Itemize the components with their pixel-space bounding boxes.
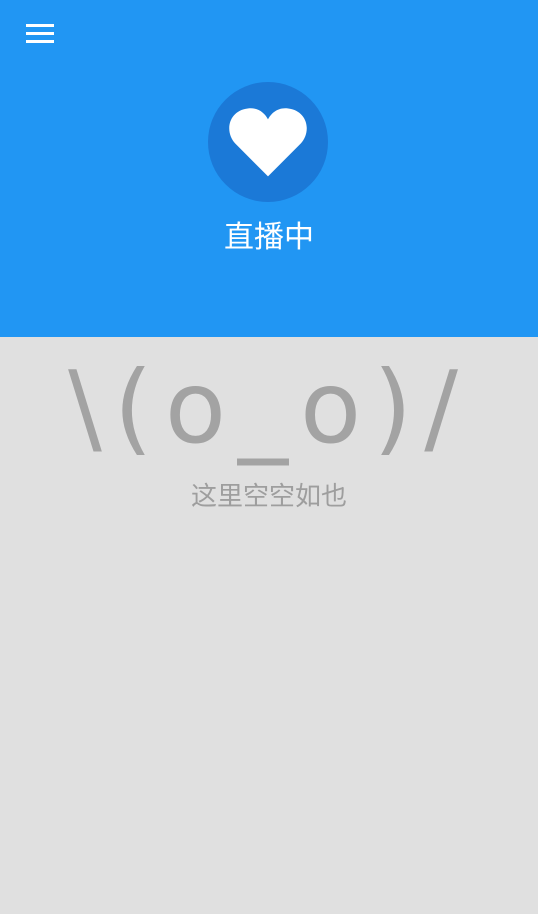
- avatar[interactable]: [208, 82, 328, 202]
- app-screen: 直播中 \(o_o)/ 这里空空如也: [0, 0, 538, 914]
- page-title: 直播中: [224, 220, 314, 255]
- empty-emoticon: \(o_o)/: [68, 349, 470, 466]
- heart-icon: [229, 108, 307, 177]
- hamburger-menu-icon: [26, 24, 54, 44]
- header-banner: 直播中: [0, 0, 538, 337]
- empty-message: 这里空空如也: [190, 482, 347, 512]
- menu-button[interactable]: [16, 14, 64, 54]
- empty-state-area: \(o_o)/ 这里空空如也: [0, 337, 538, 914]
